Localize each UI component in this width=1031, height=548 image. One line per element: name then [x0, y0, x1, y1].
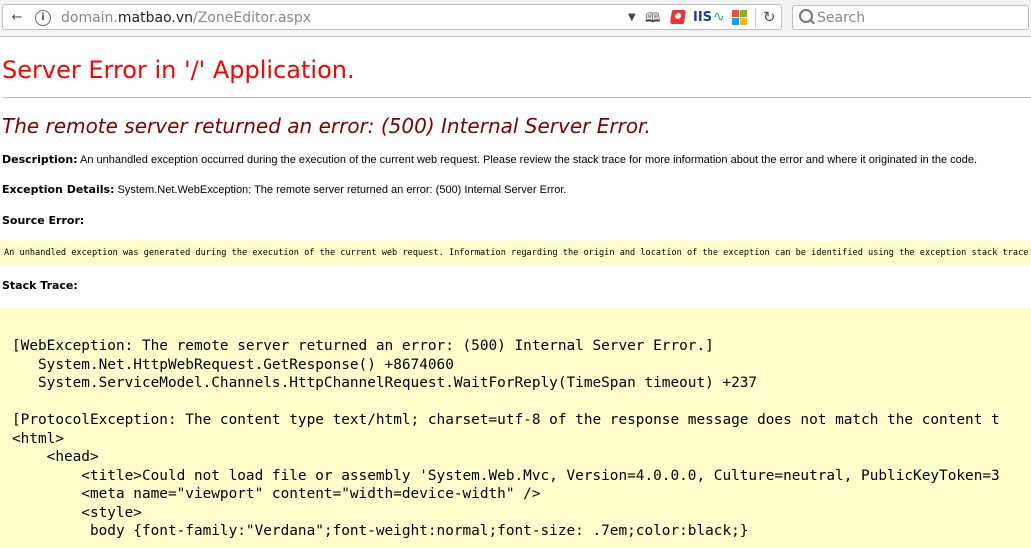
exception-details-label: Exception Details:: [2, 183, 115, 196]
iis-wave-icon[interactable]: ∿: [713, 9, 725, 25]
stack-trace-line: System.Net.HttpWebRequest.GetResponse() …: [12, 356, 454, 373]
stack-trace-line: [WebException: The remote server returne…: [12, 338, 714, 354]
search-box[interactable]: [792, 5, 1029, 30]
description-text: An unhandled exception occurred during t…: [80, 154, 978, 166]
stack-trace-line: <style>: [12, 504, 142, 521]
site-info-icon[interactable]: i: [35, 10, 51, 26]
stack-trace-line: <meta name="viewport" content="width=dev…: [12, 486, 541, 502]
stack-trace-line: System.ServiceModel.Channels.HttpChannel…: [12, 375, 758, 391]
stack-trace-line: body {font-family:"Verdana";font-weight:…: [12, 523, 749, 539]
url-history-dropdown-icon[interactable]: ▼: [628, 12, 636, 23]
search-icon: [799, 9, 813, 23]
red-extension-icon[interactable]: [670, 10, 686, 24]
stack-trace-line: [ProtocolException: The content type tex…: [12, 412, 1000, 428]
error-subtitle: The remote server returned an error: (50…: [2, 114, 651, 138]
title-divider: [2, 97, 1031, 98]
stack-trace-line: <html>: [12, 430, 64, 447]
description-row: Description: An unhandled exception occu…: [2, 153, 977, 166]
iis-extension-label[interactable]: IIS: [693, 10, 712, 25]
stack-trace-line: <head>: [12, 449, 99, 465]
stack-trace-text: [WebException: The remote server returne…: [0, 308, 1031, 541]
toolbar-divider: [755, 8, 756, 28]
address-bar[interactable]: ← i domain.matbao.vn/ZoneEditor.aspx ▼ 🕮…: [2, 4, 782, 30]
stack-trace-heading: Stack Trace:: [2, 279, 78, 292]
stack-trace-label: Stack Trace:: [2, 279, 78, 292]
exception-details-text: System.Net.WebException: The remote serv…: [117, 184, 567, 196]
stack-trace-box: [WebException: The remote server returne…: [0, 308, 1031, 548]
url-path: /ZoneEditor.aspx: [193, 10, 312, 26]
search-input[interactable]: [815, 8, 1019, 28]
exception-details-row: Exception Details: System.Net.WebExcepti…: [2, 183, 567, 196]
back-arrow-icon[interactable]: ←: [7, 8, 27, 28]
browser-toolbar: ← i domain.matbao.vn/ZoneEditor.aspx ▼ 🕮…: [0, 0, 1031, 37]
source-error-heading: Source Error:: [2, 214, 84, 227]
source-error-label: Source Error:: [2, 214, 85, 227]
error-title: Server Error in '/' Application.: [2, 56, 355, 84]
reload-icon[interactable]: ↻: [763, 8, 776, 26]
url-host: matbao.vn: [117, 10, 193, 26]
source-error-text: An unhandled exception was generated dur…: [4, 248, 1031, 258]
source-error-box: An unhandled exception was generated dur…: [0, 241, 1031, 265]
windows-logo-icon[interactable]: [732, 10, 747, 25]
url-prefix: domain.: [61, 10, 118, 26]
stack-trace-line: <title>Could not load file or assembly '…: [12, 467, 1000, 484]
reader-view-icon[interactable]: 🕮: [645, 9, 661, 26]
url-text[interactable]: domain.matbao.vn/ZoneEditor.aspx: [61, 10, 311, 26]
description-label: Description:: [2, 153, 78, 166]
